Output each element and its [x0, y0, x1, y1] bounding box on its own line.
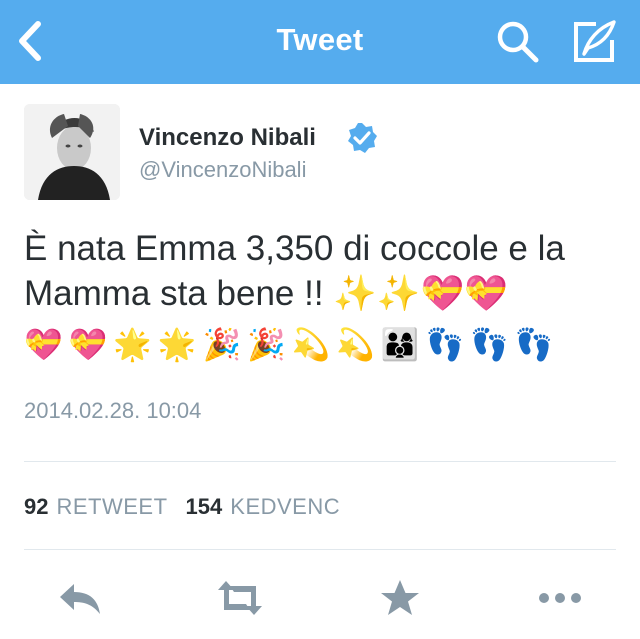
emoji: 🎉	[202, 327, 242, 363]
emoji: 👣	[470, 327, 509, 363]
emoji: 👣	[514, 327, 554, 363]
search-icon[interactable]	[494, 18, 542, 66]
emoji: 🌟	[113, 327, 152, 363]
tweet-stats: 92 RETWEET 154 KEDVENC	[24, 494, 358, 520]
compose-icon[interactable]	[570, 18, 618, 66]
emoji: 💝	[24, 327, 63, 363]
star-icon[interactable]	[376, 578, 424, 618]
verified-badge-icon	[348, 123, 377, 153]
emoji: 🌟	[157, 327, 197, 363]
retweet-icon[interactable]	[216, 578, 264, 618]
more-icon[interactable]	[536, 578, 584, 618]
author-name[interactable]: Vincenzo Nibali	[139, 124, 316, 152]
divider	[24, 549, 616, 550]
author-handle[interactable]: @VincenzoNibali	[139, 157, 306, 183]
emoji: 💫	[291, 327, 331, 363]
tweet-text: È nata Emma 3,350 di coccole e la Mamma …	[24, 229, 565, 313]
tweet-emoji-row: 💝 💝 🌟 🌟 🎉 🎉 💫 💫 👨‍👩‍👦 👣 👣 👣	[24, 325, 553, 369]
emoji: 💫	[336, 327, 375, 363]
retweet-label[interactable]: RETWEET	[56, 494, 167, 520]
avatar[interactable]	[24, 104, 120, 200]
favorite-label[interactable]: KEDVENC	[230, 494, 340, 520]
emoji: 👣	[425, 327, 465, 363]
tweet-timestamp: 2014.02.28. 10:04	[24, 398, 202, 423]
emoji: 👨‍👩‍👦	[380, 327, 420, 363]
retweet-count[interactable]: 92	[24, 494, 48, 520]
page-title: Tweet	[276, 22, 364, 57]
emoji: 💝	[68, 327, 108, 363]
emoji: 🎉	[247, 327, 286, 363]
divider	[24, 461, 616, 462]
favorite-count[interactable]: 154	[186, 494, 223, 520]
top-navbar: Tweet	[0, 0, 640, 84]
reply-icon[interactable]	[56, 578, 104, 618]
